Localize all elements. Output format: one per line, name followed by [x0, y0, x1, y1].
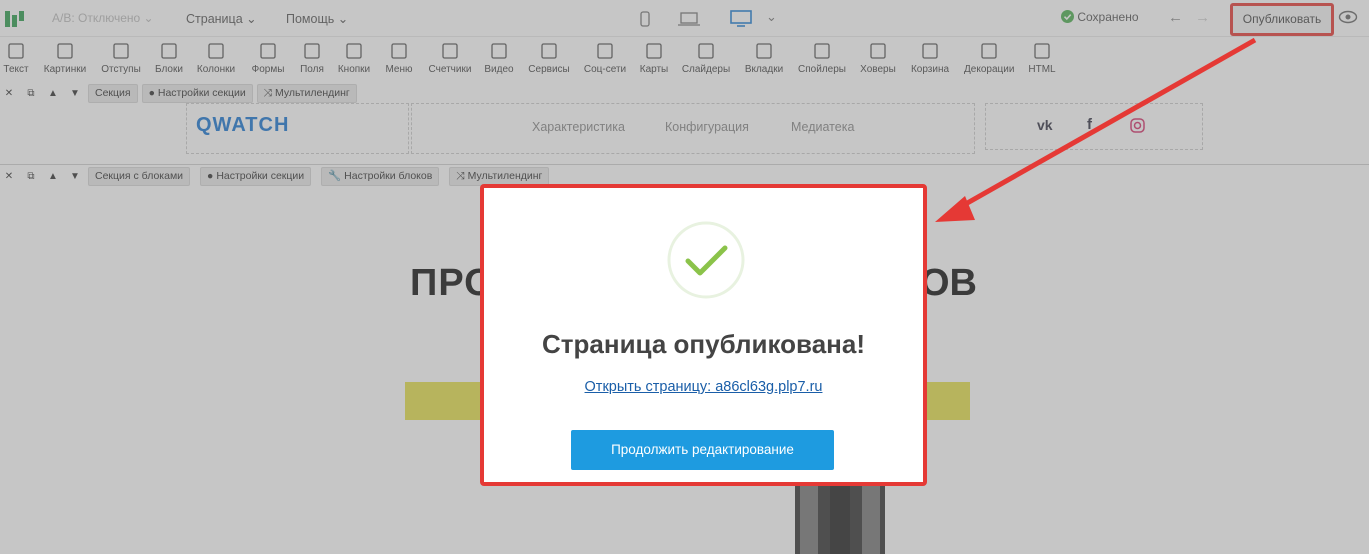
- success-check-icon: [667, 221, 745, 299]
- modal-title: Страница опубликована!: [542, 329, 865, 359]
- continue-editing-button[interactable]: Продолжить редактирование: [571, 430, 834, 470]
- publish-success-modal: Страница опубликована! Открыть страницу:…: [480, 184, 927, 486]
- open-page-link[interactable]: Открыть страницу: a86cl63g.plp7.ru: [484, 379, 923, 395]
